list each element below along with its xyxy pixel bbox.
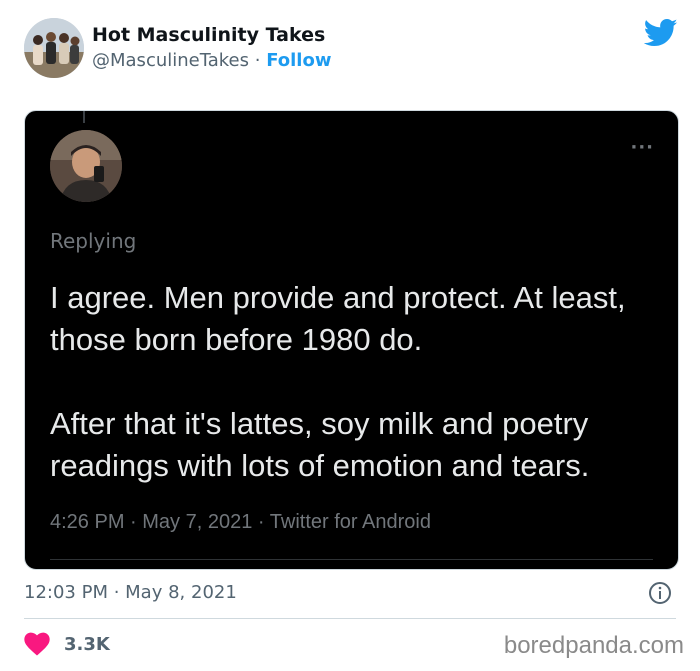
author-display-name[interactable]: Hot Masculinity Takes	[92, 24, 325, 46]
author-handle[interactable]: @MasculineTakes	[92, 50, 249, 71]
embedded-time: 4:26 PM	[50, 511, 125, 533]
tweet-header: Hot Masculinity Takes @MasculineTakes · …	[0, 0, 700, 100]
follow-button[interactable]: Follow	[266, 50, 331, 71]
info-icon[interactable]	[648, 581, 672, 605]
embedded-date: May 7, 2021	[142, 511, 253, 533]
embedded-tweet-meta: 4:26 PM · May 7, 2021 · Twitter for Andr…	[50, 511, 431, 533]
embedded-tweet-image[interactable]: ··· Replying I agree. Men provide and pr…	[24, 110, 679, 570]
tweet-time: 12:03 PM	[24, 582, 108, 603]
twitter-bird-icon[interactable]	[644, 18, 678, 48]
embedded-tweet-text: I agree. Men provide and protect. At lea…	[50, 277, 660, 487]
author-avatar[interactable]	[24, 18, 84, 78]
replying-label: Replying	[50, 229, 137, 253]
divider	[50, 559, 653, 560]
thread-line	[83, 111, 85, 123]
heart-icon	[24, 632, 50, 656]
tweet-paragraph: After that it's lattes, soy milk and poe…	[50, 406, 590, 483]
divider	[24, 618, 676, 619]
reply-author-avatar	[50, 130, 122, 202]
author-handle-row: @MasculineTakes · Follow	[92, 50, 331, 71]
embedded-source: Twitter for Android	[269, 511, 431, 533]
like-button[interactable]: 3.3K	[24, 630, 110, 658]
separator: ·	[249, 50, 267, 71]
like-count: 3.3K	[64, 633, 110, 655]
tweet-date: May 8, 2021	[125, 582, 237, 603]
tweet-timestamp[interactable]: 12:03 PM · May 8, 2021	[24, 582, 237, 603]
more-dots-icon: ···	[630, 137, 654, 158]
watermark: boredpanda.com	[503, 632, 684, 659]
tweet-paragraph: I agree. Men provide and protect. At lea…	[50, 280, 626, 357]
